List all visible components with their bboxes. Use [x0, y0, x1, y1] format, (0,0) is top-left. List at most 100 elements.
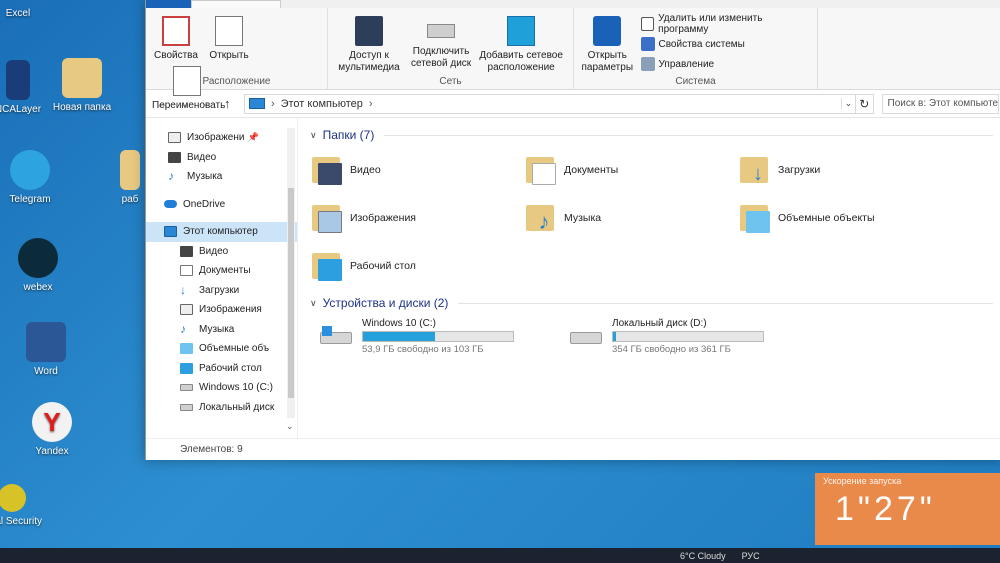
system-properties-button[interactable]: Свойства системы — [640, 34, 812, 54]
drive-d[interactable]: Локальный диск (D:) 354 ГБ свободно из 3… — [570, 318, 764, 355]
nav-item-music-quick[interactable]: ♪ Музыка — [146, 167, 297, 187]
address-bar: ← → ⌄ ↑ › Этот компьютер › ⌄ ↻ Поиск в: … — [146, 90, 1000, 118]
weather-label[interactable]: 6°C Cloudy — [680, 551, 726, 561]
desktop-icon-yandex[interactable]: Y Yandex — [12, 402, 92, 458]
nav-item-label: Изображения — [199, 304, 262, 316]
nav-item-label: Рабочий стол — [199, 362, 262, 374]
desktop-icon-label: Excel — [5, 8, 31, 19]
widget-title: Ускорение запуска — [823, 476, 902, 486]
media-server-icon — [355, 16, 383, 46]
breadcrumb-separator-icon[interactable]: › — [369, 98, 373, 110]
folder-downloads[interactable]: ↓ Загрузки — [738, 150, 952, 190]
tab-file[interactable] — [146, 0, 191, 8]
chevron-down-icon[interactable]: ⌄ — [286, 421, 294, 432]
nav-item-this-pc[interactable]: Этот компьютер — [146, 222, 297, 242]
pin-icon[interactable]: 📌 — [247, 132, 258, 143]
nav-item-label: Загрузки — [199, 284, 240, 296]
folder-documents[interactable]: Документы — [524, 150, 738, 190]
nav-item-drive-d[interactable]: Локальный диск — [146, 398, 297, 418]
nav-scrollbar[interactable]: ⌄ — [286, 128, 295, 431]
desktop-icon-word[interactable]: Word — [6, 322, 86, 378]
search-input[interactable]: Поиск в: Этот компьютер — [881, 93, 999, 114]
drive-usage-bar — [612, 331, 764, 342]
nav-item-desktop[interactable]: Рабочий стол — [146, 359, 297, 379]
desktop-icon-rab[interactable]: раб — [110, 150, 150, 206]
chevron-down-icon[interactable]: ∨ — [310, 298, 317, 309]
desktop-icon-webex[interactable]: webex — [0, 238, 78, 294]
folder-desktop[interactable]: Рабочий стол — [310, 246, 524, 286]
desktop-icon-telegram[interactable]: Telegram — [0, 150, 70, 206]
network-location-icon — [507, 16, 536, 46]
language-indicator[interactable]: РУС — [742, 551, 760, 561]
drive-usage-fill — [613, 332, 616, 341]
desktop-icon — [180, 362, 193, 374]
nav-item-music[interactable]: ♪ Музыка — [146, 320, 297, 340]
group-title-location: Расположение — [202, 76, 271, 87]
refresh-icon[interactable]: ↻ — [855, 93, 874, 114]
desktop-icon-label: Новая папка — [52, 102, 112, 113]
nav-item-pictures-quick[interactable]: Изображени 📌 — [146, 128, 297, 148]
pictures-folder-icon — [310, 201, 344, 235]
folder-3d-objects[interactable]: Объемные объекты — [738, 198, 952, 238]
drive-free-space: 354 ГБ свободно из 361 ГБ — [612, 344, 731, 355]
folder-music[interactable]: ♪ Музыка — [524, 198, 738, 238]
desktop-icon-new-folder[interactable]: Новая папка — [42, 58, 122, 114]
folders-section-header[interactable]: ∨ Папки (7) — [310, 128, 993, 142]
drive-name: Windows 10 (C:) — [362, 318, 436, 329]
desktop-icon-total-security[interactable]: Total Security — [0, 484, 52, 528]
button-label: Открыть параметры — [581, 50, 634, 73]
folder-label: Объемные объекты — [778, 212, 875, 224]
boost-widget[interactable]: Ускорение запуска 1"27" — [815, 473, 1000, 545]
nav-item-onedrive[interactable]: OneDrive — [146, 195, 297, 215]
folder-pictures[interactable]: Изображения — [310, 198, 524, 238]
add-network-location-button[interactable]: Добавить сетевое расположение — [478, 12, 564, 74]
video-icon — [168, 151, 181, 163]
nav-item-3d-objects[interactable]: Объемные объ — [146, 339, 297, 359]
nav-item-video[interactable]: Видео — [146, 242, 297, 262]
folder-video[interactable]: Видео — [310, 150, 524, 190]
folder-icon — [120, 150, 140, 190]
open-button[interactable]: Открыть — [205, 12, 253, 62]
taskbar: 6°C Cloudy РУС — [0, 548, 1000, 563]
nav-item-pictures[interactable]: Изображения — [146, 300, 297, 320]
manage-icon — [640, 57, 655, 71]
drive-c[interactable]: Windows 10 (C:) 53,9 ГБ свободно из 103 … — [320, 318, 514, 355]
drive-free-space: 53,9 ГБ свободно из 103 ГБ — [362, 344, 484, 355]
nav-item-label: Музыка — [199, 323, 235, 335]
cloud-icon — [164, 200, 177, 209]
desktop-icon-excel[interactable]: Excel — [0, 8, 58, 20]
nav-item-label: OneDrive — [183, 198, 226, 210]
nav-item-documents[interactable]: Документы — [146, 261, 297, 281]
drive-icon — [570, 326, 604, 348]
nav-item-downloads[interactable]: ↓ Загрузки — [146, 281, 297, 301]
ribbon: Свойства Открыть Переименовать Расположе… — [146, 8, 1000, 111]
breadcrumb-separator-icon[interactable]: › — [271, 98, 275, 110]
nav-scrollbar-thumb[interactable] — [288, 188, 294, 398]
open-icon — [215, 16, 244, 46]
manage-button[interactable]: Управление — [640, 54, 812, 74]
system-properties-icon — [640, 37, 655, 51]
button-label: Подключить сетевой диск — [410, 46, 472, 69]
desktop-folder-icon — [310, 249, 344, 283]
properties-icon — [162, 16, 190, 46]
downloads-folder-icon: ↓ — [738, 153, 772, 187]
tab-computer[interactable] — [191, 0, 281, 8]
breadcrumb-this-pc[interactable]: Этот компьютер — [281, 98, 363, 110]
webex-icon — [18, 238, 58, 278]
map-network-drive-button[interactable]: Подключить сетевой диск — [409, 12, 473, 70]
address-dropdown-icon[interactable]: ⌄ — [840, 98, 855, 109]
nav-item-drive-c[interactable]: Windows 10 (C:) — [146, 378, 297, 398]
divider — [384, 134, 993, 136]
chevron-down-icon[interactable]: ∨ — [310, 130, 317, 141]
properties-button[interactable]: Свойства — [152, 12, 200, 62]
media-access-button[interactable]: Доступ к мультимедиа — [334, 12, 404, 74]
video-icon — [180, 245, 193, 257]
drive-usage-fill — [363, 332, 435, 341]
uninstall-program-button[interactable]: Удалить или изменить программу — [640, 13, 812, 35]
folder-label: Загрузки — [778, 164, 821, 176]
address-field[interactable]: › Этот компьютер › ⌄ — [243, 93, 856, 114]
rename-button[interactable]: Переименовать — [152, 62, 225, 112]
drives-section-header[interactable]: ∨ Устройства и диски (2) — [310, 296, 993, 310]
button-label: Добавить сетевое расположение — [479, 50, 563, 73]
nav-item-video-quick[interactable]: Видео — [146, 148, 297, 168]
